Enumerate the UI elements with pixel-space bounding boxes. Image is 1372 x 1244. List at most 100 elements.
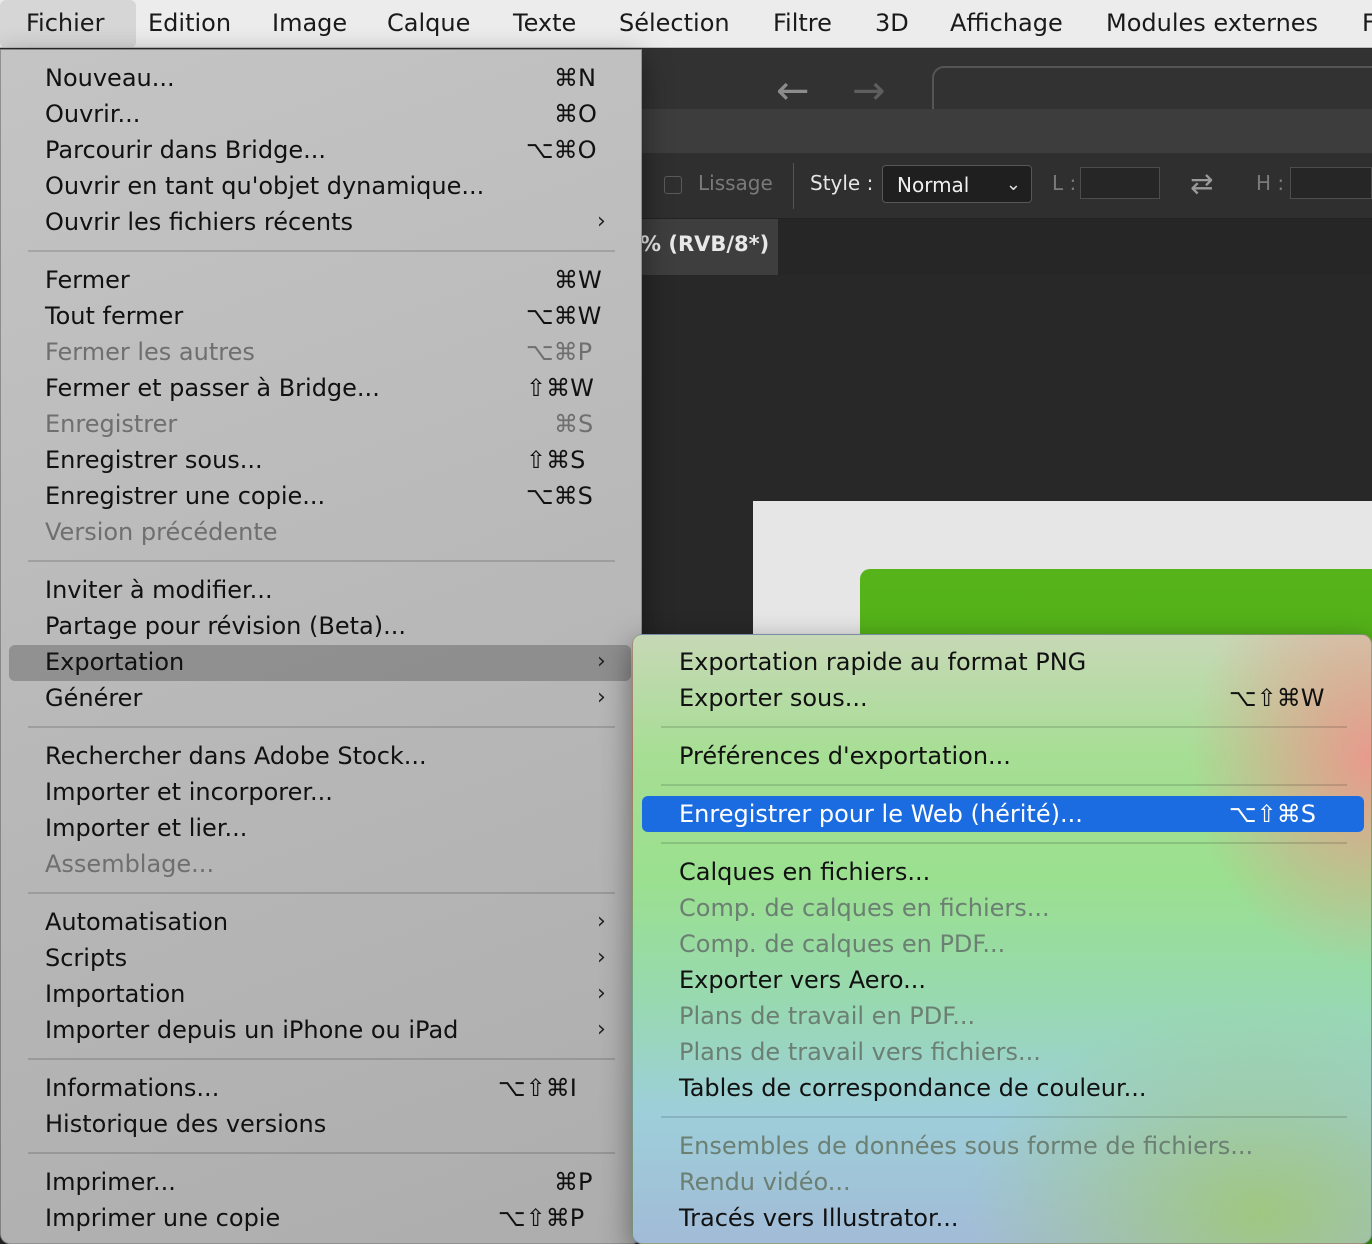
menubar-affichage[interactable]: Affichage — [950, 0, 1063, 47]
menu-item-fermer-autres: Fermer les autres — [45, 338, 255, 366]
menu-item-export-png[interactable]: Exportation rapide au format PNG — [679, 644, 1086, 680]
menu-item-enregistrer-web[interactable]: Enregistrer pour le Web (hérité)... — [679, 796, 1083, 832]
menu-item-rendu-video: Rendu vidéo... — [679, 1168, 851, 1196]
menu-item-importer-iphone[interactable]: Importer depuis un iPhone ou iPad — [45, 1012, 458, 1048]
menu-item-nouveau[interactable]: Nouveau... — [45, 60, 175, 96]
menu-separator — [28, 892, 615, 894]
menu-item-comp-calques-fichiers: Comp. de calques en fichiers... — [679, 894, 1050, 922]
menu-item-fichiers-recents[interactable]: Ouvrir les fichiers récents — [45, 204, 353, 240]
shortcut-fermer: ⌘W — [554, 266, 602, 294]
style-select[interactable]: Normal ⌄ — [882, 165, 1032, 203]
menu-item-partage-revision[interactable]: Partage pour révision (Beta)... — [45, 608, 406, 644]
shortcut-fermer-bridge: ⇧⌘W — [526, 374, 594, 402]
menu-separator — [28, 726, 615, 728]
submenu-arrow-icon: › — [597, 945, 606, 970]
menu-item-comp-calques-pdf: Comp. de calques en PDF... — [679, 930, 1006, 958]
submenu-arrow-icon: › — [597, 1017, 606, 1042]
menu-item-exportation[interactable]: Exportation — [45, 644, 184, 680]
menubar-fichier[interactable]: Fichier — [0, 0, 136, 47]
shortcut-tout-fermer: ⌥⌘W — [526, 302, 602, 330]
menu-item-exporter-sous[interactable]: Exporter sous... — [679, 680, 868, 716]
menu-item-plans-travail-fichiers: Plans de travail vers fichiers... — [679, 1038, 1041, 1066]
menu-separator — [28, 560, 615, 562]
menu-item-inviter-modifier[interactable]: Inviter à modifier... — [45, 572, 273, 608]
menu-separator — [28, 1152, 615, 1154]
menu-item-exporter-aero[interactable]: Exporter vers Aero... — [679, 962, 926, 998]
menu-item-fermer[interactable]: Fermer — [45, 262, 130, 298]
submenu-arrow-icon: › — [597, 209, 606, 234]
menu-item-enregistrer: Enregistrer — [45, 410, 178, 438]
menubar-image[interactable]: Image — [272, 0, 347, 47]
menu-item-informations[interactable]: Informations... — [45, 1070, 219, 1106]
shortcut-informations: ⌥⇧⌘I — [498, 1074, 577, 1102]
lissage-label: Lissage — [698, 171, 773, 195]
menu-separator — [661, 784, 1347, 786]
menu-item-parcourir-bridge[interactable]: Parcourir dans Bridge... — [45, 132, 326, 168]
width-label: L : — [1052, 171, 1077, 195]
shortcut-enregistrer-sous: ⇧⌘S — [526, 446, 586, 474]
submenu-arrow-icon: › — [597, 685, 606, 710]
shortcut-parcourir-bridge: ⌥⌘O — [526, 136, 597, 164]
swap-icon[interactable]: ⇄ — [1190, 167, 1213, 200]
menubar-fenetre[interactable]: F — [1362, 0, 1372, 47]
shortcut-imprimer: ⌘P — [554, 1168, 593, 1196]
chevron-down-icon: ⌄ — [1005, 174, 1021, 195]
menubar: Fichier Edition Image Calque Texte Sélec… — [0, 0, 1372, 48]
menu-item-plans-travail-pdf: Plans de travail en PDF... — [679, 1002, 976, 1030]
menu-item-ensembles-donnees: Ensembles de données sous forme de fichi… — [679, 1132, 1254, 1160]
menu-item-imprimer[interactable]: Imprimer... — [45, 1164, 176, 1200]
shortcut-fermer-autres: ⌥⌘P — [526, 338, 593, 366]
menu-item-importer-incorporer[interactable]: Importer et incorporer... — [45, 774, 333, 810]
shortcut-enregistrer-copie: ⌥⌘S — [526, 482, 593, 510]
menu-item-fermer-bridge[interactable]: Fermer et passer à Bridge... — [45, 370, 380, 406]
menu-item-enregistrer-sous[interactable]: Enregistrer sous... — [45, 442, 263, 478]
menu-item-ouvrir[interactable]: Ouvrir... — [45, 96, 140, 132]
menu-item-imprimer-copie[interactable]: Imprimer une copie — [45, 1200, 280, 1236]
menu-item-generer[interactable]: Générer — [45, 680, 142, 716]
menu-item-importation[interactable]: Importation — [45, 976, 185, 1012]
back-arrow-icon[interactable]: ← — [776, 71, 810, 111]
document-tab[interactable]: % (RVB/8*) — [620, 219, 778, 275]
menu-item-tout-fermer[interactable]: Tout fermer — [45, 298, 183, 334]
toolbar-divider — [793, 163, 794, 209]
menu-item-scripts[interactable]: Scripts — [45, 940, 127, 976]
menu-separator — [28, 250, 615, 252]
submenu-arrow-icon: › — [597, 981, 606, 1006]
menubar-calque[interactable]: Calque — [387, 0, 470, 47]
height-label: H : — [1256, 171, 1285, 195]
shortcut-exporter-sous: ⌥⇧⌘W — [1229, 684, 1325, 712]
menu-item-historique-versions[interactable]: Historique des versions — [45, 1106, 326, 1142]
menubar-3d[interactable]: 3D — [875, 0, 909, 47]
width-input[interactable] — [1080, 167, 1160, 199]
shortcut-imprimer-copie: ⌥⇧⌘P — [498, 1204, 585, 1232]
submenu-arrow-icon: › — [597, 909, 606, 934]
height-input[interactable] — [1290, 167, 1372, 199]
menubar-selection[interactable]: Sélection — [619, 0, 730, 47]
menu-item-preferences-exportation[interactable]: Préférences d'exportation... — [679, 738, 1011, 774]
file-menu: Nouveau... ⌘N Ouvrir... ⌘O Parcourir dan… — [0, 49, 642, 1244]
menu-separator — [28, 1058, 615, 1060]
menu-item-importer-lier[interactable]: Importer et lier... — [45, 810, 247, 846]
shortcut-enregistrer: ⌘S — [554, 410, 594, 438]
forward-arrow-icon[interactable]: → — [852, 71, 886, 111]
menu-separator — [661, 726, 1347, 728]
menubar-modules-externes[interactable]: Modules externes — [1106, 0, 1318, 47]
shortcut-enregistrer-web: ⌥⇧⌘S — [1229, 800, 1316, 828]
menu-item-tables-couleur[interactable]: Tables de correspondance de couleur... — [679, 1070, 1147, 1106]
menu-item-traces-illustrator[interactable]: Tracés vers Illustrator... — [679, 1200, 959, 1236]
menubar-filtre[interactable]: Filtre — [773, 0, 832, 47]
lissage-checkbox[interactable] — [664, 176, 682, 194]
shortcut-nouveau: ⌘N — [554, 64, 596, 92]
menu-item-ouvrir-objet-dynamique[interactable]: Ouvrir en tant qu'objet dynamique... — [45, 168, 484, 204]
menu-item-calques-fichiers[interactable]: Calques en fichiers... — [679, 854, 930, 890]
menubar-texte[interactable]: Texte — [513, 0, 576, 47]
submenu-arrow-icon: › — [597, 649, 606, 674]
menu-item-enregistrer-copie[interactable]: Enregistrer une copie... — [45, 478, 325, 514]
menu-item-adobe-stock[interactable]: Rechercher dans Adobe Stock... — [45, 738, 427, 774]
menu-separator — [661, 842, 1347, 844]
shortcut-ouvrir: ⌘O — [554, 100, 597, 128]
export-submenu: Exportation rapide au format PNG Exporte… — [632, 634, 1372, 1244]
menu-item-assemblage: Assemblage... — [45, 850, 215, 878]
menu-item-automatisation[interactable]: Automatisation — [45, 904, 228, 940]
menubar-edition[interactable]: Edition — [148, 0, 231, 47]
